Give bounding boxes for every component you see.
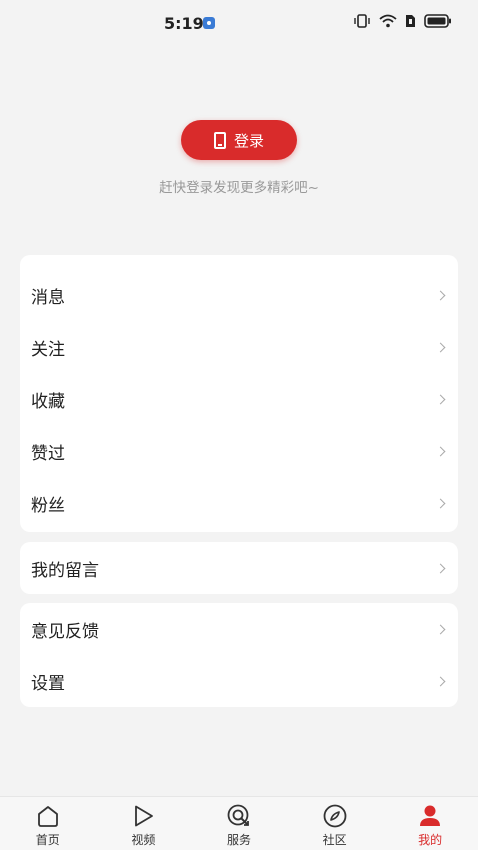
menu-item-label: 关注 — [31, 339, 65, 360]
menu-item-label: 粉丝 — [31, 495, 65, 516]
menu-item-messages[interactable]: 消息 — [20, 269, 458, 321]
status-bar: 5:19 — [0, 0, 478, 48]
login-button[interactable]: 登录 — [181, 120, 297, 160]
menu-item-fans[interactable]: 粉丝 — [20, 477, 458, 529]
phone-icon — [213, 131, 226, 149]
chevron-right-icon — [435, 498, 446, 508]
tab-label: 社区 — [322, 833, 347, 847]
sim-icon — [406, 15, 415, 27]
compass-icon — [323, 804, 346, 828]
menu-card-main: 消息 关注 收藏 赞过 粉丝 — [20, 255, 458, 532]
vibrate-icon — [354, 14, 370, 28]
home-icon — [37, 806, 58, 827]
menu-card-comments: 我的留言 — [20, 542, 458, 594]
chevron-right-icon — [435, 563, 446, 573]
play-icon — [135, 805, 154, 827]
menu-item-label: 消息 — [31, 287, 65, 308]
service-icon — [227, 804, 249, 826]
battery-icon — [424, 14, 451, 28]
menu-item-settings[interactable]: 设置 — [20, 655, 458, 707]
menu-item-following[interactable]: 关注 — [20, 321, 458, 373]
tab-label: 我的 — [418, 833, 443, 847]
tab-mine[interactable]: 我的 — [390, 797, 470, 850]
tab-label: 视频 — [131, 833, 156, 847]
tab-service[interactable]: 服务 — [199, 797, 279, 850]
chevron-right-icon — [435, 342, 446, 352]
menu-item-feedback[interactable]: 意见反馈 — [20, 603, 458, 655]
wifi-icon — [379, 14, 397, 28]
user-icon — [420, 805, 441, 826]
tab-community[interactable]: 社区 — [295, 797, 375, 850]
menu-card-settings: 意见反馈 设置 — [20, 603, 458, 707]
login-button-label: 登录 — [233, 131, 264, 150]
menu-item-favorites[interactable]: 收藏 — [20, 373, 458, 425]
tab-video[interactable]: 视频 — [103, 797, 183, 850]
bottom-tab-bar: 首页 视频 服务 社区 我的 — [0, 796, 478, 850]
menu-item-label: 意见反馈 — [31, 621, 99, 642]
menu-item-liked[interactable]: 赞过 — [20, 425, 458, 477]
tab-label: 首页 — [35, 833, 60, 847]
notification-icon — [203, 17, 215, 29]
menu-item-my-comments[interactable]: 我的留言 — [20, 542, 458, 594]
chevron-right-icon — [435, 446, 446, 456]
chevron-right-icon — [435, 624, 446, 634]
chevron-right-icon — [435, 394, 446, 404]
menu-item-label: 我的留言 — [31, 560, 99, 581]
chevron-right-icon — [435, 676, 446, 686]
login-hint: 赶快登录发现更多精彩吧~ — [159, 180, 319, 196]
tab-label: 服务 — [226, 833, 251, 847]
chevron-right-icon — [435, 290, 446, 300]
menu-item-label: 设置 — [31, 673, 65, 694]
status-time: 5:19 — [164, 14, 204, 33]
menu-item-label: 赞过 — [31, 443, 65, 464]
menu-item-label: 收藏 — [31, 391, 65, 412]
tab-home[interactable]: 首页 — [8, 797, 88, 850]
status-icons — [353, 14, 452, 28]
